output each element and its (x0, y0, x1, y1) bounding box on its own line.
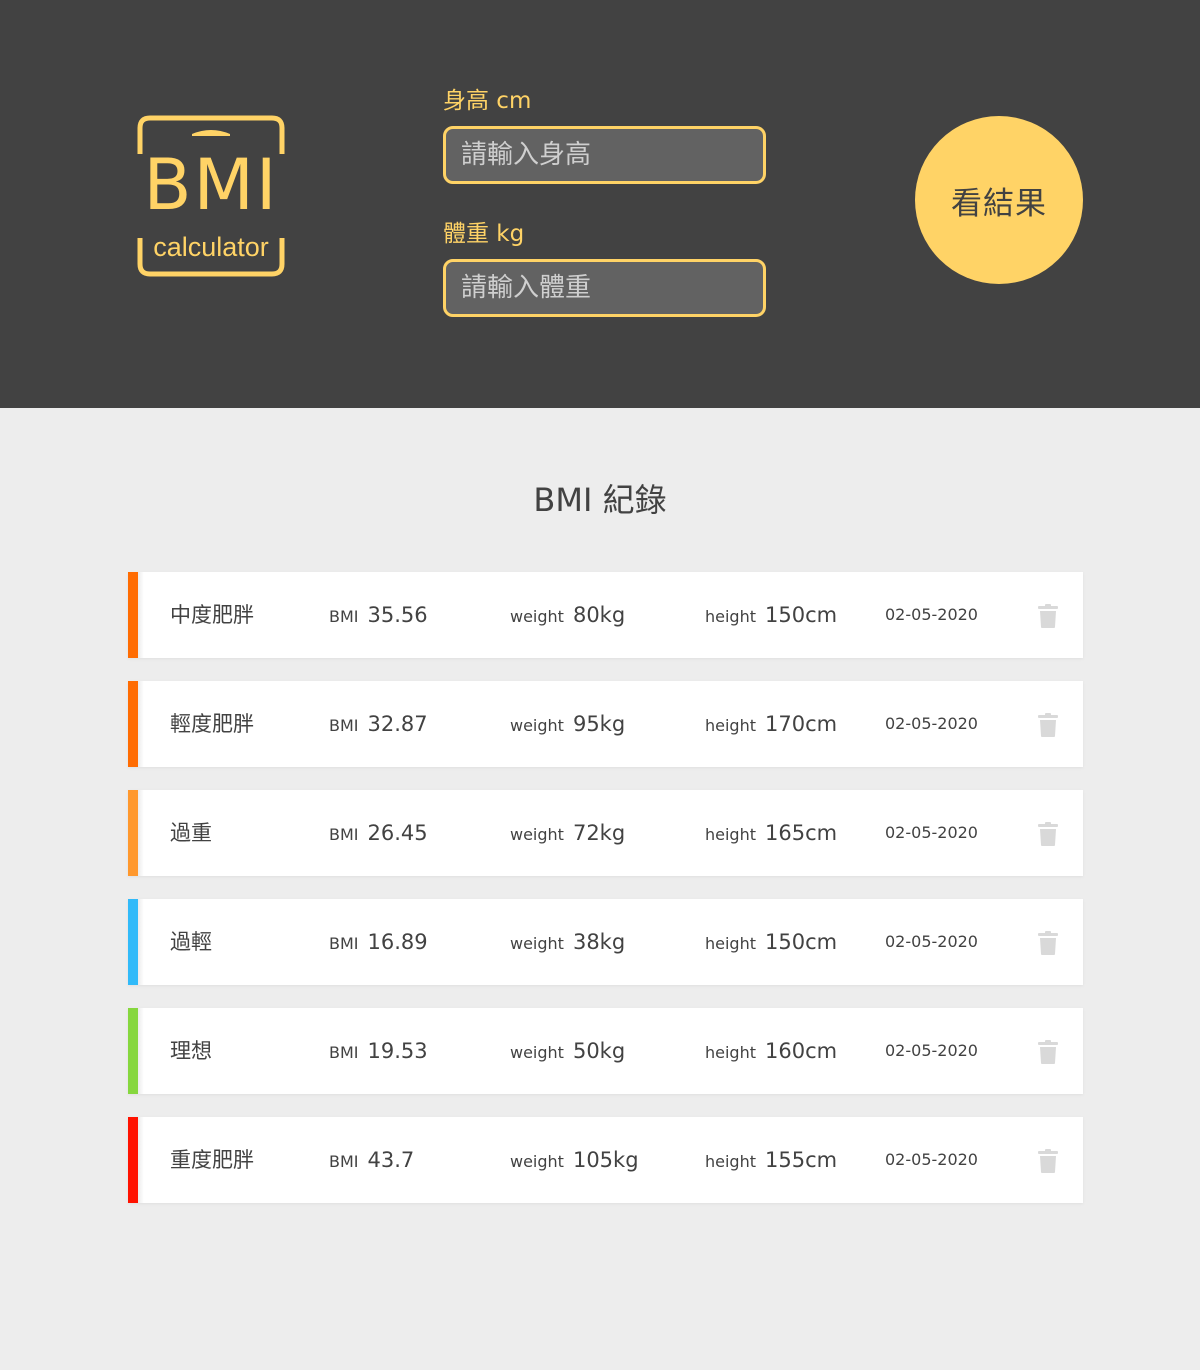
record-row: 重度肥胖 BMI 43.7 weight 105kg height 155cm 02-05-2… (128, 1117, 1083, 1203)
weight-label: weight (510, 934, 564, 953)
bmi-value: 43.7 (367, 1148, 415, 1172)
status-color-bar (128, 899, 144, 985)
record-status: 輕度肥胖 (170, 712, 254, 736)
weight-label: weight (510, 1043, 564, 1062)
height-input[interactable] (443, 126, 766, 184)
record-height: height 155cm (705, 1117, 837, 1205)
record-status: 過重 (170, 821, 212, 845)
record-status: 過輕 (170, 930, 212, 954)
record-weight: weight 38kg (510, 899, 625, 987)
record-height: height 150cm (705, 899, 837, 987)
record-bmi: BMI 19.53 (329, 1008, 428, 1096)
bmi-logo: BMI calculator (130, 114, 292, 278)
bmi-value: 35.56 (367, 603, 428, 627)
record-row: 中度肥胖 BMI 35.56 weight 80kg height 150cm 02-05-2… (128, 572, 1083, 658)
record-bmi: BMI 32.87 (329, 681, 428, 769)
record-weight: weight 105kg (510, 1117, 639, 1205)
record-height: height 165cm (705, 790, 837, 878)
height-value: 165cm (765, 821, 838, 845)
header: BMI calculator 身高 cm 體重 kg 看結果 (0, 0, 1200, 408)
record-status: 重度肥胖 (170, 1148, 254, 1172)
bmi-value: 32.87 (367, 712, 428, 736)
weight-value: 95kg (572, 712, 626, 736)
record-date: 02-05-2020 (885, 714, 978, 733)
record-date: 02-05-2020 (885, 605, 978, 624)
height-value: 170cm (765, 712, 838, 736)
trash-icon[interactable] (1038, 1149, 1058, 1173)
record-row: 理想 BMI 19.53 weight 50kg height 160cm 02-05-202… (128, 1008, 1083, 1094)
height-value: 150cm (765, 603, 838, 627)
record-height: height 150cm (705, 572, 837, 660)
trash-icon[interactable] (1038, 822, 1058, 846)
record-weight: weight 95kg (510, 681, 625, 769)
height-label: height (705, 825, 756, 844)
records-title: BMI 紀錄 (533, 481, 667, 519)
record-weight: weight 80kg (510, 572, 625, 660)
weight-value: 50kg (572, 1039, 626, 1063)
logo-title: BMI (143, 144, 279, 226)
weight-value: 72kg (572, 821, 626, 845)
weight-label: weight (510, 825, 564, 844)
trash-icon[interactable] (1038, 604, 1058, 628)
weight-value: 105kg (572, 1148, 639, 1172)
record-weight: weight 50kg (510, 1008, 625, 1096)
record-height: height 160cm (705, 1008, 837, 1096)
bmi-label: BMI (329, 1152, 359, 1171)
record-bmi: BMI 16.89 (329, 899, 428, 987)
status-color-bar (128, 790, 144, 876)
bmi-label: BMI (329, 825, 359, 844)
record-status: 理想 (170, 1039, 212, 1063)
height-label: 身高 cm (443, 88, 532, 114)
height-label: height (705, 607, 756, 626)
height-value: 160cm (765, 1039, 838, 1063)
record-row: 過輕 BMI 16.89 weight 38kg height 150cm 02-05-202… (128, 899, 1083, 985)
record-row: 輕度肥胖 BMI 32.87 weight 95kg height 170cm 02-05-2… (128, 681, 1083, 767)
record-height: height 170cm (705, 681, 837, 769)
trash-icon[interactable] (1038, 713, 1058, 737)
status-color-bar (128, 1008, 144, 1094)
bmi-value: 16.89 (367, 930, 428, 954)
trash-icon[interactable] (1038, 1040, 1058, 1064)
bmi-value: 19.53 (367, 1039, 428, 1063)
height-label: height (705, 716, 756, 735)
logo-subtitle: calculator (153, 232, 269, 262)
record-bmi: BMI 35.56 (329, 572, 428, 660)
bmi-label: BMI (329, 1043, 359, 1062)
record-date: 02-05-2020 (885, 823, 978, 842)
weight-label: weight (510, 1152, 564, 1171)
see-result-button[interactable]: 看結果 (915, 116, 1083, 284)
height-value: 155cm (765, 1148, 838, 1172)
weight-value: 38kg (572, 930, 626, 954)
record-date: 02-05-2020 (885, 1041, 978, 1060)
weight-label: 體重 kg (443, 221, 525, 247)
height-label: height (705, 934, 756, 953)
record-weight: weight 72kg (510, 790, 625, 878)
height-label: height (705, 1043, 756, 1062)
trash-icon[interactable] (1038, 931, 1058, 955)
weight-label: weight (510, 607, 564, 626)
status-color-bar (128, 1117, 144, 1203)
record-date: 02-05-2020 (885, 1150, 978, 1169)
height-value: 150cm (765, 930, 838, 954)
bmi-label: BMI (329, 607, 359, 626)
record-status: 中度肥胖 (170, 603, 254, 627)
bmi-label: BMI (329, 716, 359, 735)
status-color-bar (128, 572, 144, 658)
record-row: 過重 BMI 26.45 weight 72kg height 165cm 02-05-202… (128, 790, 1083, 876)
record-date: 02-05-2020 (885, 932, 978, 951)
status-color-bar (128, 681, 144, 767)
height-label: height (705, 1152, 756, 1171)
bmi-label: BMI (329, 934, 359, 953)
record-bmi: BMI 43.7 (329, 1117, 414, 1205)
bmi-value: 26.45 (367, 821, 428, 845)
record-bmi: BMI 26.45 (329, 790, 428, 878)
weight-input[interactable] (443, 259, 766, 317)
weight-label: weight (510, 716, 564, 735)
weight-value: 80kg (572, 603, 626, 627)
